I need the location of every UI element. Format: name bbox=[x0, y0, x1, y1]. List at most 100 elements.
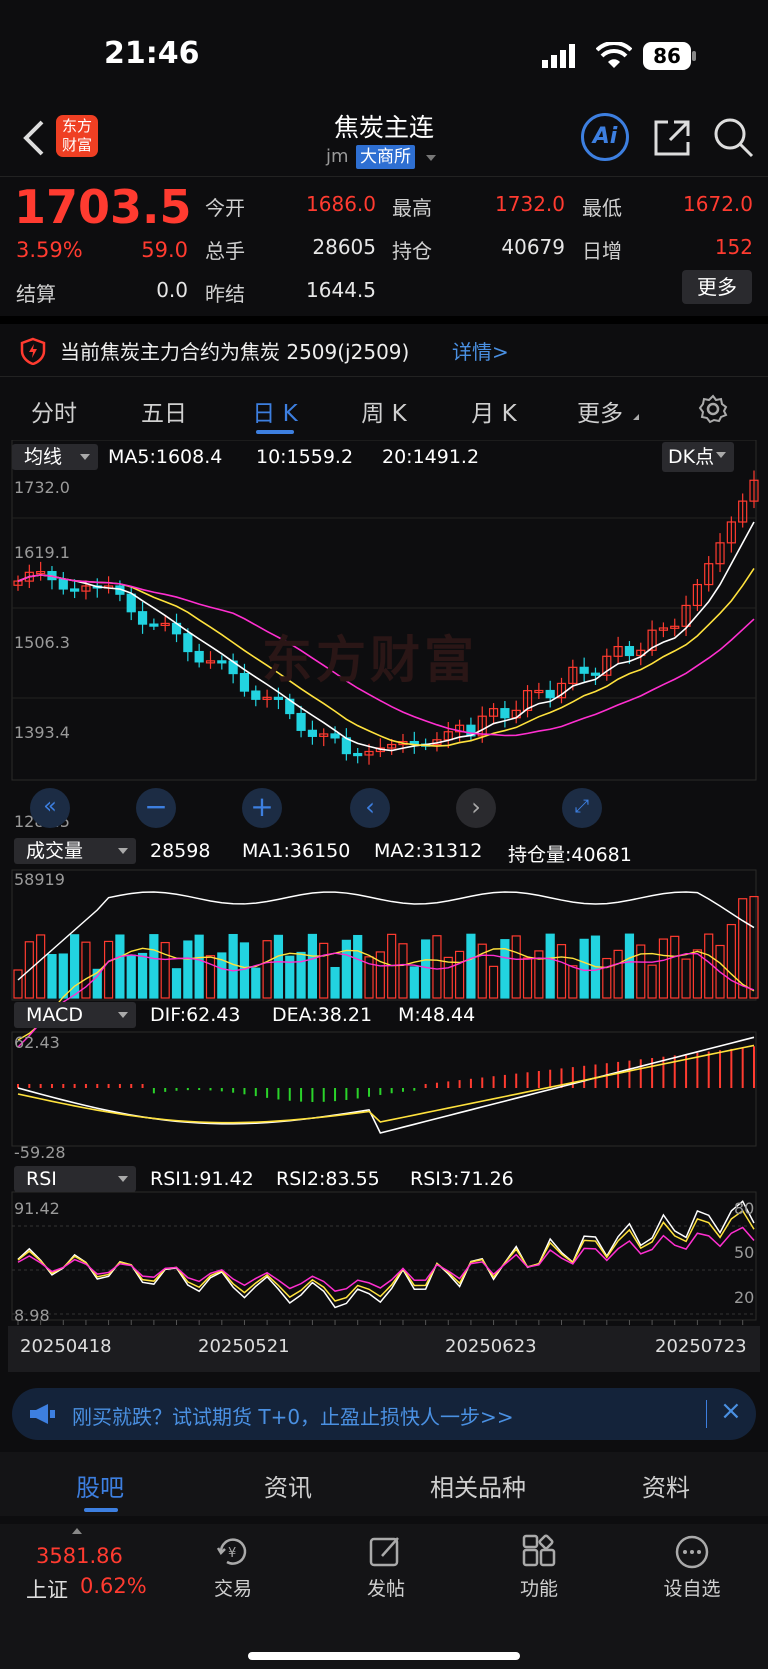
volume-bar bbox=[613, 949, 623, 999]
candle-body bbox=[183, 633, 193, 653]
zoom-out-button[interactable]: − bbox=[136, 788, 176, 828]
tab-monthly-k[interactable]: 月 K bbox=[454, 394, 534, 428]
search-icon[interactable] bbox=[712, 116, 756, 160]
volume-bar bbox=[568, 965, 578, 999]
tab-related[interactable]: 相关品种 bbox=[418, 1468, 538, 1503]
macd-select[interactable]: MACD bbox=[14, 1002, 136, 1028]
scroll-right-button[interactable]: › bbox=[456, 788, 496, 828]
y-tick: 1732.0 bbox=[14, 478, 70, 497]
content-tabs: 股吧 资讯 相关品种 资料 bbox=[0, 1452, 768, 1516]
volume-bar bbox=[228, 933, 238, 999]
tab-news[interactable]: 资讯 bbox=[228, 1468, 348, 1503]
rsi2-line bbox=[17, 1209, 755, 1302]
home-indicator bbox=[248, 1652, 520, 1660]
volume-ma2: MA2:31312 bbox=[374, 840, 483, 862]
toolbar-function[interactable]: 功能 bbox=[499, 1574, 579, 1601]
volume-bar bbox=[319, 942, 329, 999]
notice-bar[interactable]: 当前焦炭主力合约为焦炭 2509(j2509) 详情> bbox=[0, 324, 768, 376]
index-value[interactable]: 3581.86 bbox=[36, 1544, 123, 1568]
candle-body bbox=[500, 708, 510, 719]
scroll-left-fast-button[interactable]: « bbox=[30, 788, 70, 828]
volume-bar bbox=[692, 949, 702, 999]
volume-bar bbox=[171, 968, 182, 999]
period-tabs: 分时 五日 日 K 周 K 月 K 更多 bbox=[0, 380, 768, 436]
volume-bar bbox=[262, 940, 272, 999]
volume-bar bbox=[375, 951, 385, 999]
exchange-badge[interactable]: 大商所 bbox=[356, 145, 415, 169]
candle-body bbox=[624, 645, 635, 657]
ma20-label: 20:1491.2 bbox=[382, 446, 480, 468]
share-icon[interactable] bbox=[652, 118, 692, 158]
tab-more[interactable]: 更多 bbox=[560, 394, 640, 428]
candle-body bbox=[296, 712, 306, 731]
date-axis bbox=[8, 1326, 760, 1372]
volume-bar bbox=[455, 950, 465, 999]
low-value: 1672.0 bbox=[683, 192, 753, 216]
more-dots-icon[interactable] bbox=[674, 1534, 710, 1570]
candle-body bbox=[149, 623, 159, 627]
ad-banner[interactable]: 刚买就跌？试试期货 T+0，止盈止损快人一步>> × bbox=[12, 1388, 756, 1440]
toolbar-trade[interactable]: 交易 bbox=[193, 1574, 273, 1601]
candle-body bbox=[590, 672, 601, 676]
settle-label: 结算 bbox=[16, 282, 56, 306]
fullscreen-button[interactable]: ⤢ bbox=[562, 788, 602, 828]
function-icon[interactable] bbox=[521, 1534, 557, 1570]
tab-daily-k[interactable]: 日 K bbox=[235, 394, 315, 428]
gear-icon[interactable] bbox=[698, 394, 728, 424]
volume-select[interactable]: 成交量 bbox=[14, 838, 136, 864]
volume-bar bbox=[398, 943, 408, 999]
tab-info[interactable]: 资料 bbox=[606, 1468, 726, 1503]
volume-bar bbox=[205, 955, 216, 999]
wifi-icon bbox=[596, 42, 632, 68]
trade-icon[interactable]: ¥ bbox=[215, 1534, 251, 1570]
ma-select[interactable]: 均线 bbox=[12, 444, 98, 470]
open-interest-label: 持仓量:40681 bbox=[508, 844, 632, 866]
volume-bar bbox=[726, 923, 736, 999]
volume-current: 28598 bbox=[150, 840, 211, 862]
kline-chart[interactable] bbox=[0, 440, 768, 1380]
ad-text: 刚买就跌？试试期货 T+0，止盈止损快人一步>> bbox=[72, 1405, 514, 1429]
rsi2-label: RSI2:83.55 bbox=[276, 1168, 380, 1190]
tab-five-day[interactable]: 五日 bbox=[124, 394, 204, 428]
volume-bar bbox=[432, 935, 442, 999]
volume-bar bbox=[115, 934, 125, 999]
ai-button[interactable]: Ai bbox=[581, 113, 629, 161]
status-time: 21:46 bbox=[104, 36, 200, 71]
tab-minute[interactable]: 分时 bbox=[14, 394, 94, 428]
zoom-in-button[interactable]: + bbox=[242, 788, 282, 828]
volume-bar bbox=[47, 954, 57, 999]
tab-weekly-k[interactable]: 周 K bbox=[344, 394, 424, 428]
rsi3-label: RSI3:71.26 bbox=[410, 1168, 514, 1190]
scroll-left-button[interactable]: ‹ bbox=[350, 788, 390, 828]
tab-indicator bbox=[84, 1508, 118, 1512]
notice-detail-link[interactable]: 详情> bbox=[452, 336, 509, 365]
macd-y-bottom: -59.28 bbox=[14, 1143, 66, 1162]
candle-body bbox=[273, 696, 284, 700]
volume-bar bbox=[341, 939, 351, 999]
quote-panel: 1703.5 3.59% 59.0 结算 0.0 今开 1686.0 总手 28… bbox=[0, 176, 768, 316]
volume-bar bbox=[183, 940, 193, 999]
rsi-y-top: 91.42 bbox=[14, 1199, 60, 1218]
megaphone-icon bbox=[30, 1404, 55, 1424]
post-icon[interactable] bbox=[368, 1534, 404, 1570]
last-price: 1703.5 bbox=[14, 180, 192, 234]
toolbar-add-watchlist[interactable]: 设自选 bbox=[652, 1574, 732, 1601]
tab-guba[interactable]: 股吧 bbox=[40, 1468, 160, 1503]
candle-body bbox=[307, 729, 317, 737]
notice-text: 当前焦炭主力合约为焦炭 2509(j2509) bbox=[60, 340, 410, 364]
volume-bar bbox=[488, 965, 499, 999]
volume-bar bbox=[556, 944, 567, 999]
volume-bar bbox=[273, 934, 284, 999]
volume-bar bbox=[466, 933, 476, 999]
close-icon[interactable]: × bbox=[720, 1396, 742, 1426]
change-pct: 3.59% bbox=[16, 238, 83, 262]
volume-bar bbox=[670, 935, 680, 999]
ma5-label: MA5:1608.4 bbox=[108, 446, 223, 468]
y-tick: 1506.3 bbox=[14, 633, 70, 652]
toolbar-post[interactable]: 发帖 bbox=[346, 1574, 426, 1601]
rsi-level-50: 50 bbox=[734, 1243, 755, 1262]
rsi-select[interactable]: RSI bbox=[14, 1166, 136, 1192]
panel-frame bbox=[11, 440, 757, 781]
more-button[interactable]: 更多 bbox=[682, 270, 752, 304]
dk-point-button[interactable]: DK点 bbox=[662, 442, 734, 472]
